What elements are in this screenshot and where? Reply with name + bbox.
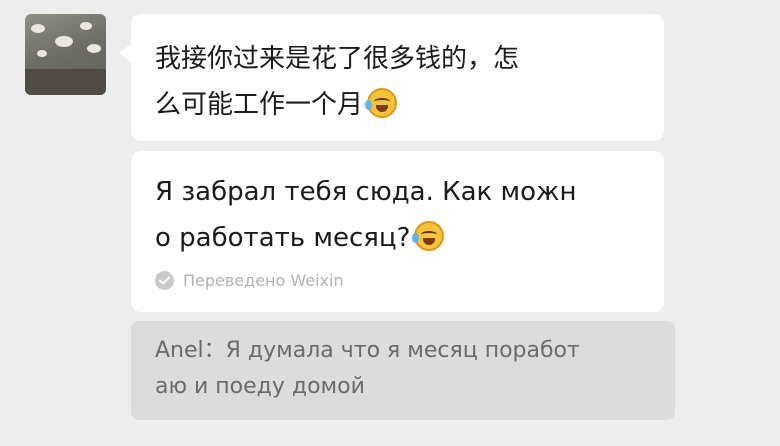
laughing-crying-emoji-icon [412, 221, 445, 251]
avatar-detail [31, 24, 45, 33]
bubble-tail [119, 44, 131, 62]
message-line-1: 我接你过来是花了很多钱的，怎 [155, 44, 520, 74]
message-line-2: 么可能工作一个月 [155, 90, 364, 120]
avatar-detail [37, 50, 47, 57]
avatar-detail [25, 69, 106, 95]
avatar-detail [55, 36, 73, 47]
quoted-reply[interactable]: Anel：Я думала что я месяц поработ аю и п… [131, 321, 675, 420]
translation-line-1: Я забрал тебя сюда. Как можн [155, 177, 577, 207]
quoted-reply-text: Anel：Я думала что я месяц поработ аю и п… [155, 333, 651, 405]
check-circle-icon [155, 271, 174, 290]
translation-line-2: о работать месяц? [155, 223, 411, 253]
quoted-line-1: Anel：Я думала что я месяц поработ [155, 338, 580, 363]
avatar-detail [87, 44, 101, 53]
translation-source-label: Переведено Weixin [183, 271, 344, 290]
message-text: 我接你过来是花了很多钱的，怎 么可能工作一个月 [155, 36, 640, 128]
translation-source: Переведено Weixin [155, 271, 640, 290]
translation-text: Я забрал тебя сюда. Как можн о работать … [155, 169, 640, 261]
translation-bubble[interactable]: Я забрал тебя сюда. Как можн о работать … [131, 151, 664, 312]
message-bubble[interactable]: 我接你过来是花了很多钱的，怎 么可能工作一个月 [131, 14, 664, 141]
contact-avatar[interactable] [25, 14, 106, 95]
avatar-detail [80, 22, 92, 30]
quoted-line-2: аю и поеду домой [155, 374, 365, 399]
laughing-crying-emoji-icon [365, 88, 398, 118]
